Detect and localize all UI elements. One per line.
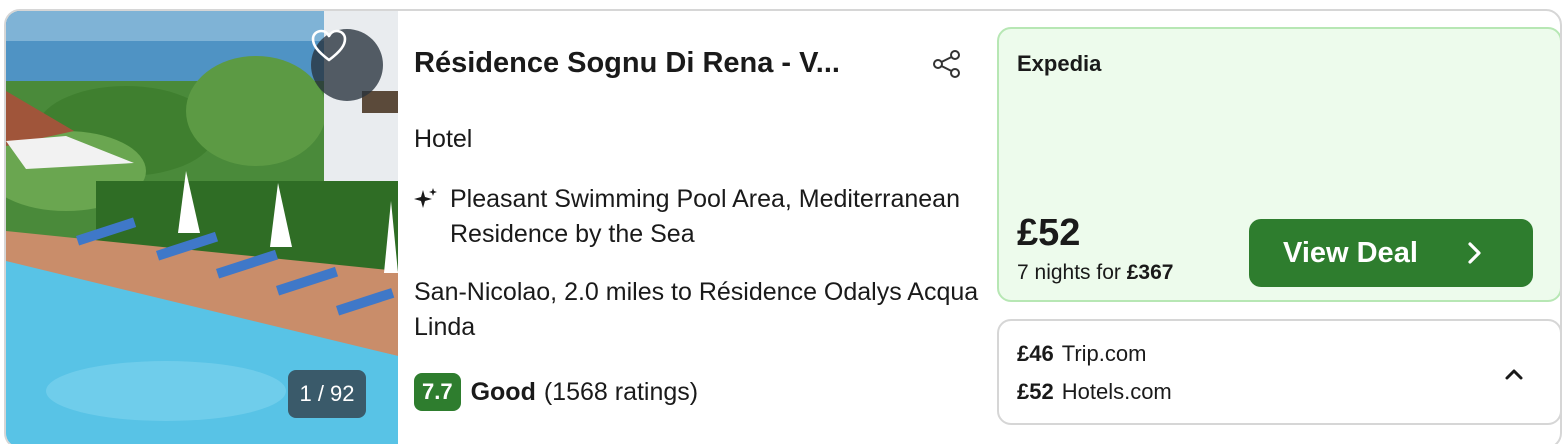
- hotel-photo[interactable]: 1 / 92: [6, 11, 398, 444]
- rating-word: Good: [470, 377, 536, 406]
- heart-icon: [311, 29, 347, 62]
- hotel-details: Résidence Sognu Di Rena - V... Hotel Ple…: [414, 11, 984, 444]
- share-button[interactable]: [930, 47, 964, 81]
- rating-score-badge: 7.7: [414, 373, 461, 411]
- sparkle-icon: [414, 188, 437, 208]
- photo-counter: 1 / 92: [288, 370, 366, 418]
- other-deals-panel[interactable]: £46 Trip.com £52 Hotels.com: [997, 319, 1560, 425]
- collapse-deals-button[interactable]: [1499, 359, 1529, 389]
- best-deal-panel[interactable]: Expedia £52 7 nights for £367 View Deal: [997, 27, 1560, 302]
- chevron-right-icon: [1468, 242, 1481, 264]
- other-deal-provider: Trip.com: [1061, 341, 1147, 366]
- feature-text: Pleasant Swimming Pool Area, Mediterrane…: [450, 185, 960, 248]
- hotel-result-card[interactable]: 1 / 92 Résidence Sognu Di Rena - V... Ho…: [4, 9, 1562, 444]
- rating-count: (1568 ratings): [543, 377, 699, 406]
- nights-text: 7 nights for: [1017, 261, 1121, 284]
- deal-price: £52: [1017, 212, 1081, 254]
- hotel-name[interactable]: Résidence Sognu Di Rena - V...: [414, 47, 894, 80]
- other-deal-price: £52: [1017, 379, 1054, 404]
- rating: 7.7 Good (1568 ratings): [414, 373, 698, 411]
- other-deal-provider: Hotels.com: [1061, 379, 1172, 404]
- other-deal-price: £46: [1017, 341, 1054, 366]
- property-type: Hotel: [414, 125, 473, 153]
- chevron-up-icon: [1505, 369, 1523, 380]
- deal-total: 7 nights for £367: [1017, 261, 1173, 285]
- view-deal-button[interactable]: View Deal: [1249, 219, 1533, 287]
- other-deal-row[interactable]: £52 Hotels.com: [1017, 379, 1172, 405]
- favorite-button[interactable]: [311, 29, 383, 101]
- deal-provider: Expedia: [1017, 51, 1102, 76]
- other-deal-row[interactable]: £46 Trip.com: [1017, 341, 1146, 367]
- share-icon: [933, 50, 960, 78]
- view-deal-label: View Deal: [1283, 236, 1418, 269]
- total-price: £367: [1126, 261, 1174, 284]
- location-text: San-Nicolao, 2.0 miles to Résidence Odal…: [414, 278, 979, 341]
